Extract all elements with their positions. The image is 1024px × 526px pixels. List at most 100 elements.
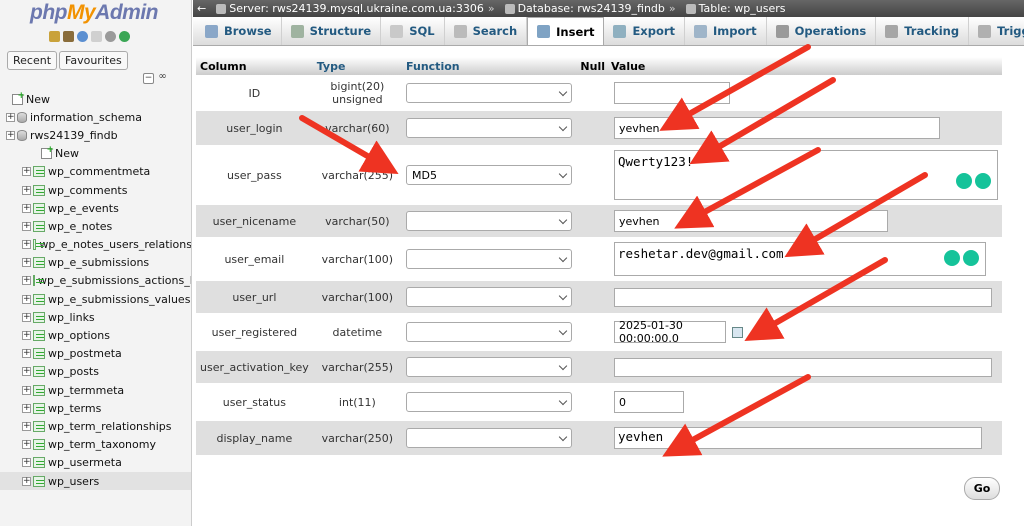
expand-icon[interactable]: + [22,385,31,395]
tree-item-label[interactable]: wp_posts [48,365,99,378]
expand-icon[interactable]: + [22,349,31,359]
tree-item-label[interactable]: wp_e_notes_users_relations [39,238,191,251]
help-icon[interactable] [77,31,88,42]
expand-icon[interactable]: + [22,258,31,268]
tree-item-label[interactable]: wp_e_notes [48,220,112,233]
tree-item[interactable]: + wp_e_events [0,199,191,217]
tab-triggers[interactable]: Triggers [969,17,1024,45]
function-select[interactable] [406,83,573,103]
reload-icon[interactable] [119,31,130,42]
value-input-display-name[interactable]: yevhen [614,427,982,449]
breadcrumb-table[interactable]: Table: wp_users [699,2,786,15]
docs-icon[interactable] [91,31,102,42]
value-input-user-pass[interactable]: Qwerty123! [614,150,998,200]
expand-icon[interactable]: + [6,130,15,140]
recent-button[interactable]: Recent [7,51,58,70]
breadcrumb-server[interactable]: Server: rws24139.mysql.ukraine.com.ua:33… [229,2,484,15]
tree-item[interactable]: + wp_users [0,471,191,491]
tree-item-label[interactable]: wp_commentmeta [48,165,150,178]
phpmyadmin-logo[interactable]: phpMyAdmin [30,1,158,25]
expand-icon[interactable]: + [6,112,15,122]
collapse-all-icon[interactable]: − [143,73,154,84]
tab-browse[interactable]: Browse [196,17,282,45]
function-select[interactable] [406,357,573,377]
tab-structure[interactable]: Structure [282,17,382,45]
function-select[interactable] [406,211,573,231]
grammarly-widget[interactable] [956,173,991,189]
tab-export[interactable]: Export [604,17,686,45]
tree-item-label[interactable]: wp_e_events [48,202,119,215]
link-with-main-icon[interactable]: ∞ [157,72,168,84]
tree-item[interactable]: + wp_links [0,308,191,326]
tree-item-label[interactable]: wp_e_submissions_actions_lo [38,274,191,287]
tree-item-label[interactable]: information_schema [30,111,142,124]
breadcrumb-database[interactable]: Database: rws24139_findb [518,2,665,15]
expand-icon[interactable]: + [22,403,31,413]
tree-item-label[interactable]: wp_comments [48,184,127,197]
tree-item-label[interactable]: rws24139_findb [30,129,118,142]
expand-icon[interactable]: + [22,240,31,250]
grammarly-logo-icon[interactable] [975,173,991,189]
tree-item[interactable]: + wp_e_submissions [0,254,191,272]
tab-search[interactable]: Search [445,17,528,45]
tree-item-label[interactable]: wp_term_relationships [48,420,172,433]
tree-item[interactable]: + wp_term_relationships [0,417,191,435]
tree-item[interactable]: + New [0,145,191,163]
expand-icon[interactable]: + [22,312,31,322]
tab-tracking[interactable]: Tracking [876,17,970,45]
favourites-button[interactable]: Favourites [59,51,128,70]
tree-item[interactable]: + wp_postmeta [0,345,191,363]
tree-item[interactable]: + wp_usermeta [0,454,191,472]
expand-icon[interactable]: + [22,367,31,377]
function-header[interactable]: Function [402,57,579,75]
value-input-user-registered[interactable]: 2025-01-30 00:00:00.0 [614,319,726,345]
expand-icon[interactable]: + [22,294,31,304]
tree-item-label[interactable]: wp_usermeta [48,456,122,469]
grammarly-bulb-icon[interactable] [944,250,960,266]
expand-icon[interactable]: + [22,421,31,431]
tree-item-label[interactable]: wp_postmeta [48,347,122,360]
go-button[interactable]: Go [964,477,1000,500]
value-input-user-email[interactable]: reshetar.dev@gmail.com [614,242,986,276]
function-select[interactable] [406,428,573,448]
tree-item-label[interactable]: New [55,147,79,160]
tree-item-label[interactable]: wp_term_taxonomy [48,438,156,451]
tree-item-label[interactable]: New [26,93,50,106]
tab-sql[interactable]: SQL [381,17,445,45]
expand-icon[interactable]: + [22,221,31,231]
expand-icon[interactable]: + [22,167,31,177]
expand-icon[interactable]: + [22,203,31,213]
function-select[interactable] [406,287,573,307]
tree-item[interactable]: + wp_terms [0,399,191,417]
calendar-icon[interactable] [732,326,743,338]
tree-item[interactable]: + wp_posts [0,363,191,381]
value-input-user-status[interactable]: 0 [614,391,684,413]
type-header[interactable]: Type [312,57,403,75]
tab-operations[interactable]: Operations [767,17,877,45]
grammarly-widget[interactable] [944,250,979,266]
tree-item[interactable]: + wp_e_notes_users_relations [0,236,191,254]
function-select[interactable] [406,392,573,412]
value-input-user-activation-key[interactable] [614,357,992,377]
tree-item[interactable]: + wp_options [0,326,191,344]
tree-item-label[interactable]: wp_options [48,329,110,342]
grammarly-logo-icon[interactable] [963,250,979,266]
value-input-user-nicename[interactable]: yevhen [614,210,888,232]
expand-icon[interactable]: + [22,458,31,468]
value-input-user-login[interactable]: yevhen [614,117,940,139]
tree-item[interactable]: + wp_e_submissions_values [0,290,191,308]
expand-icon[interactable]: + [22,331,31,341]
tree-item[interactable]: + rws24139_findb [0,126,191,144]
tree-item[interactable]: + wp_e_submissions_actions_lo [0,272,191,290]
grammarly-bulb-icon[interactable] [956,173,972,189]
function-select[interactable] [406,118,573,138]
tree-item-label[interactable]: wp_termmeta [48,384,124,397]
tree-item-label[interactable]: wp_e_submissions_values [48,293,190,306]
logout-icon[interactable] [63,31,74,42]
tree-item[interactable]: + wp_termmeta [0,381,191,399]
tree-item[interactable]: + wp_e_notes [0,217,191,235]
tree-item[interactable]: + wp_commentmeta [0,163,191,181]
function-select[interactable] [406,322,573,342]
collapse-arrow-icon[interactable]: ← [197,2,206,15]
settings-gear-icon[interactable] [105,31,116,42]
